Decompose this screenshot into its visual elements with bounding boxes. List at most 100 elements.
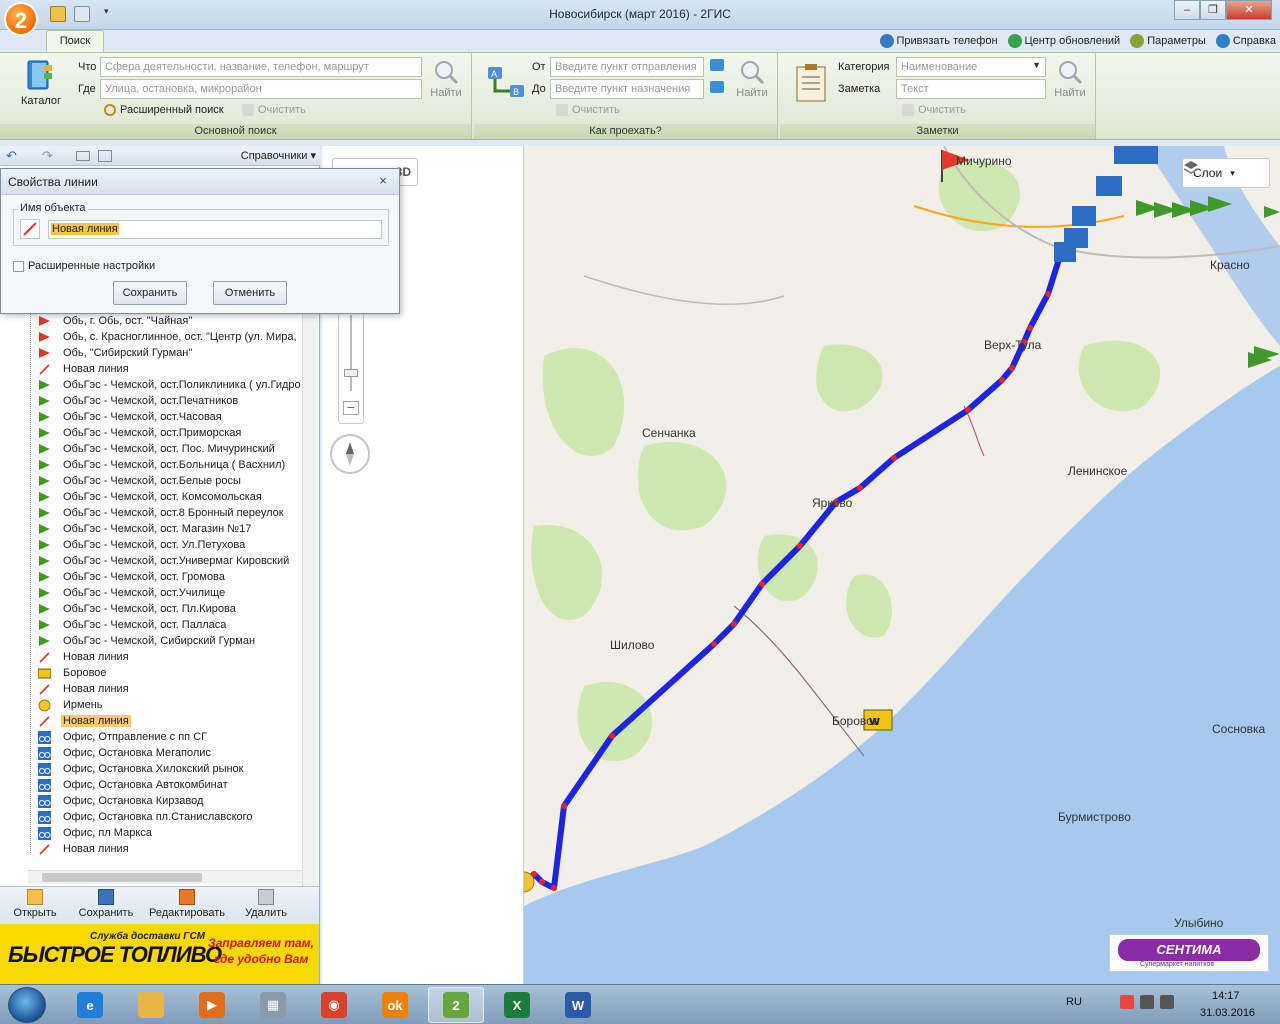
tree-item[interactable]: Офис, Остановка пл.Станиславского [38,809,302,825]
minimize-button[interactable]: – [1174,0,1200,20]
delete-button[interactable]: Удалить [240,889,292,919]
volume-icon[interactable] [1160,995,1174,1009]
link-updates[interactable]: Центр обновлений [1007,32,1120,50]
zoom-slider[interactable]: − [338,306,364,424]
tree-item[interactable]: Обь, г. Обь, ост. "Чайная" [38,313,302,329]
route-vertex[interactable] [965,407,971,413]
route-vertex[interactable] [711,641,717,647]
advanced-search-button[interactable]: Расширенный поиск [104,104,224,116]
tree-view-icon[interactable] [98,150,112,162]
route-vertex[interactable] [1027,325,1033,331]
route-vertex[interactable] [797,543,803,549]
notes-clear-button[interactable]: Очистить [902,104,966,116]
compass-icon[interactable] [330,434,370,474]
tree-item[interactable]: ОбьГэс - Чемской, ост.8 Бронный переулок [38,505,302,521]
link-phone[interactable]: Привязать телефон [879,32,998,50]
ad-banner[interactable]: Служба доставки ГСМ БЫСТРОЕ ТОПЛИВО Запр… [0,924,320,984]
dialog-save-button[interactable]: Сохранить [113,281,187,305]
tree-item[interactable]: Офис, Остановка Кирзавод [38,793,302,809]
tree-item[interactable]: Новая линия [38,713,302,729]
taskbar-ok-button[interactable]: ok [367,987,423,1023]
tree-item[interactable]: Новая линия [38,681,302,697]
note-input[interactable]: Текст [896,79,1046,99]
tree-item[interactable]: Новая линия [38,361,302,377]
catalog-icon[interactable] [24,59,56,91]
route-vertex[interactable] [609,733,615,739]
tree-item[interactable]: Офис, Остановка Хилокский рынок [38,761,302,777]
tree-item[interactable]: Ирмень [38,697,302,713]
tree-item[interactable]: ОбьГэс - Чемской, ост.Приморская [38,425,302,441]
taskbar-chrome-button[interactable]: ◉ [306,987,362,1023]
taskbar-media-button[interactable]: ▶ [184,987,240,1023]
map-canvas[interactable]: W [524,146,1280,984]
tree-item[interactable]: ОбьГэс - Чемской, ост. Громова [38,569,302,585]
from-input[interactable]: Введите пункт отправления [550,57,704,77]
route-clear-button[interactable]: Очистить [556,104,620,116]
map-view[interactable]: W Сенчанка Верх-Тула Ленинское Ярково Шилово… [524,146,1280,984]
route-vertex[interactable] [857,485,863,491]
taskbar-calculator-button[interactable]: ▦ [245,987,301,1023]
link-help[interactable]: Справка [1215,32,1276,50]
zoom-out-button[interactable]: − [343,400,359,415]
language-indicator[interactable]: RU [1066,996,1082,1008]
close-button[interactable]: ✕ [1226,0,1272,20]
tree-item[interactable]: ОбьГэс - Чемской, ост.Универмаг Кировски… [38,553,302,569]
to-pick-icon[interactable] [710,81,724,93]
taskbar-word-button[interactable]: W [550,987,606,1023]
tree-item[interactable]: ОбьГэс - Чемской, ост. Пл.Кирова [38,601,302,617]
layers-button[interactable]: Слои ▾ [1182,158,1270,188]
taskbar-explorer-button[interactable] [123,987,179,1023]
tree-horizontal-scrollbar[interactable] [28,870,302,884]
tree-item[interactable]: ОбьГэс - Чемской, ост.Печатников [38,393,302,409]
catalog-label[interactable]: Каталог [21,95,61,107]
route-vertex[interactable] [1009,365,1015,371]
to-input[interactable]: Введите пункт назначения [550,79,704,99]
category-select[interactable]: Наименование ▼ [896,57,1046,77]
forward-icon[interactable]: ↷ [42,148,53,164]
link-settings[interactable]: Параметры [1130,32,1206,50]
app-logo[interactable]: 2 [4,2,38,36]
open-button[interactable]: Открыть [10,889,60,919]
from-pick-icon[interactable] [710,59,724,71]
search-find-button[interactable]: Найти [428,59,464,99]
edit-button[interactable]: Редактировать [146,889,228,919]
tree-item[interactable]: ОбьГэс - Чемской, ост. Комсомольская [38,489,302,505]
what-input[interactable]: Сфера деятельности, название, телефон, м… [100,57,422,77]
line-style-icon[interactable] [20,219,40,239]
network-icon[interactable] [1140,995,1154,1009]
tree-item[interactable]: ОбьГэс - Чемской, ост. Пос. Мичуринский [38,441,302,457]
save-button[interactable]: Сохранить [76,889,136,919]
tree-item[interactable]: Офис, пл Маркса [38,825,302,841]
checkbox-box[interactable] [13,260,24,272]
dialog-close-icon[interactable]: × [375,173,391,189]
tree-item[interactable]: Офис, Остановка Автокомбинат [38,777,302,793]
advanced-settings-checkbox[interactable]: Расширенные настройки [13,260,155,272]
tab-search[interactable]: Поиск [46,30,104,52]
route-vertex[interactable] [539,879,545,885]
zoom-thumb[interactable] [344,369,358,377]
route-vertex[interactable] [999,377,1005,383]
tree-item[interactable]: ОбьГэс - Чемской, ост.Училище [38,585,302,601]
taskbar-ie-button[interactable]: e [62,987,118,1023]
tree-item[interactable]: Офис, Отправление с пп СГ [38,729,302,745]
flag-tray-icon[interactable] [1120,995,1134,1009]
notes-icon[interactable] [794,63,830,103]
tree-item[interactable]: Офис, Остановка Мегаполис [38,745,302,761]
route-vertex[interactable] [1045,291,1051,297]
clock-date[interactable]: 31.03.2016 [1200,1007,1255,1019]
dialog-cancel-button[interactable]: Отменить [213,281,287,305]
route-icon[interactable]: AB [486,63,526,103]
tree-item[interactable]: ОбьГэс - Чемской, ост.Белые росы [38,473,302,489]
centum-ad[interactable]: СЕНТИМА Супермаркет напитков [1109,934,1269,972]
tree-item[interactable]: ОбьГэс - Чемской, Сибирский Гурман [38,633,302,649]
route-vertex[interactable] [551,885,557,891]
tree-item[interactable]: Боровое [38,665,302,681]
tree-item[interactable]: ОбьГэс - Чемской, ост.Поликлиника ( ул.Г… [38,377,302,393]
maximize-button[interactable]: ❐ [1200,0,1226,20]
tree-item[interactable]: Новая линия [38,649,302,665]
route-vertex[interactable] [891,455,897,461]
tree-item[interactable]: Обь, с. Красноглинное, ост. "Центр (ул. … [38,329,302,345]
taskbar-2gis-button[interactable]: 2 [428,987,484,1023]
search-clear-button[interactable]: Очистить [242,104,306,116]
tree-item[interactable]: ОбьГэс - Чемской, ост. Палласа [38,617,302,633]
